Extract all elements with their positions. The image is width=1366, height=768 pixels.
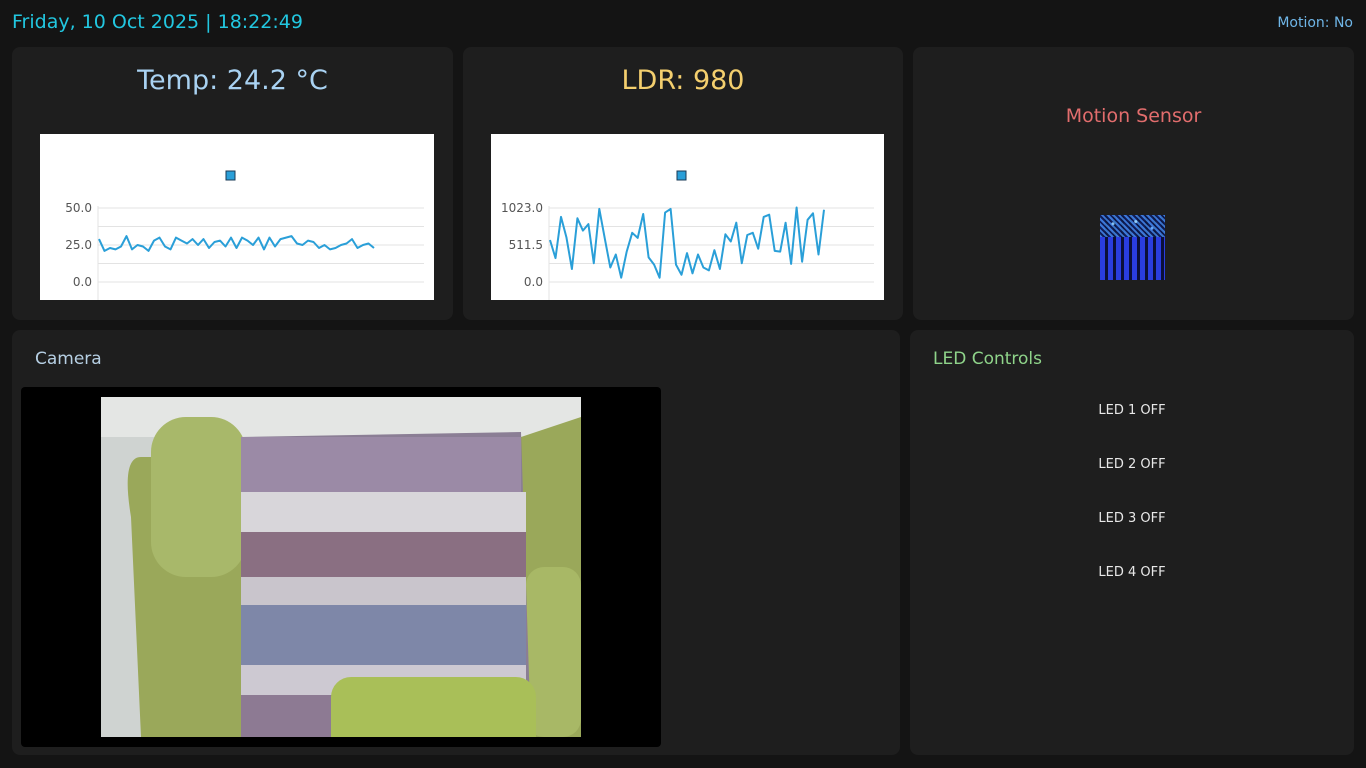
temperature-reading: Temp: 24.2 °C (137, 65, 328, 96)
temperature-card: Temp: 24.2 °C 50.0 25.0 0.0 (12, 47, 453, 320)
motion-status-indicator: Motion: No (1277, 15, 1353, 31)
camera-feed-image (101, 397, 581, 737)
y-tick-label: 0.0 (524, 275, 543, 289)
y-tick-label: 511.5 (509, 238, 543, 252)
motion-snapshot-image (1100, 215, 1165, 280)
motion-snapshot-noise (1100, 215, 1165, 237)
camera-scene (101, 397, 581, 737)
motion-sensor-card: Motion Sensor (913, 47, 1354, 320)
ldr-chart: 1023.0 511.5 0.0 (491, 134, 884, 300)
motion-sensor-title: Motion Sensor (1065, 105, 1202, 127)
led-3-toggle-button[interactable]: LED 3 OFF (910, 511, 1354, 526)
y-tick-label: 1023.0 (501, 201, 543, 215)
camera-feed-frame (21, 387, 661, 747)
datetime-display: Friday, 10 Oct 2025 | 18:22:49 (12, 11, 303, 33)
led-2-toggle-button[interactable]: LED 2 OFF (910, 457, 1354, 472)
y-tick-label: 0.0 (73, 275, 92, 289)
y-tick-label: 50.0 (65, 201, 92, 215)
series-line (549, 206, 825, 279)
led-controls-title: LED Controls (933, 349, 1043, 369)
temperature-chart-svg: 50.0 25.0 0.0 (65, 170, 424, 300)
ldr-chart-svg: 1023.0 511.5 0.0 (501, 170, 874, 300)
y-tick-label: 25.0 (65, 238, 92, 252)
temperature-chart: 50.0 25.0 0.0 (40, 134, 434, 300)
camera-title: Camera (35, 349, 102, 369)
ldr-card: LDR: 980 1023.0 511.5 0.0 (463, 47, 903, 320)
legend-marker (676, 170, 687, 181)
led-controls-card: LED Controls LED 1 OFF LED 2 OFF LED 3 O… (910, 330, 1354, 755)
top-bar: Friday, 10 Oct 2025 | 18:22:49 Motion: N… (0, 0, 1366, 46)
camera-card: Camera (12, 330, 900, 755)
led-1-toggle-button[interactable]: LED 1 OFF (910, 403, 1354, 418)
legend-marker (225, 170, 236, 181)
series-line (98, 235, 375, 252)
led-4-toggle-button[interactable]: LED 4 OFF (910, 565, 1354, 580)
ldr-reading: LDR: 980 (621, 65, 745, 96)
